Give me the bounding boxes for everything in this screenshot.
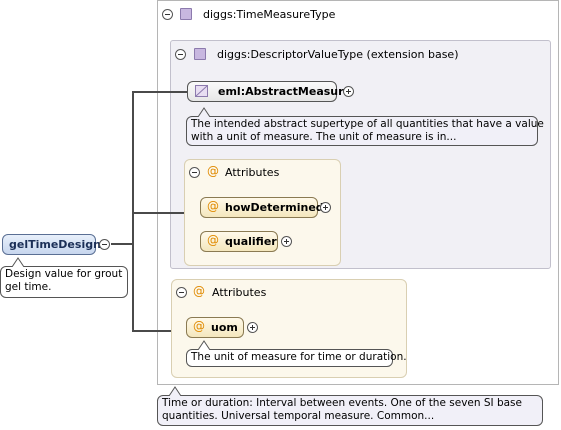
gel-time-design-doc: Design value for grout gel time. bbox=[0, 266, 128, 298]
complex-type-icon bbox=[180, 8, 192, 20]
attribute-at-icon: @ bbox=[193, 319, 205, 333]
expand-howdetermined-icon[interactable] bbox=[320, 202, 331, 213]
doc-pointer bbox=[11, 257, 25, 267]
abstract-measure-doc: The intended abstract supertype of all q… bbox=[186, 116, 544, 146]
expand-abstract-measure-icon[interactable] bbox=[343, 86, 354, 97]
connector-attributes-1 bbox=[133, 212, 184, 214]
at-sign-icon: @ bbox=[193, 284, 205, 298]
qualifier-label: qualifier bbox=[225, 235, 277, 248]
gel-time-design-label: gelTimeDesign bbox=[9, 238, 101, 251]
gel-time-design-doc-line-2: gel time. bbox=[5, 281, 52, 293]
abstract-diagonal-icon bbox=[195, 85, 208, 97]
type-doc-line-1: Time or duration: Interval between event… bbox=[162, 397, 522, 409]
attribute-at-icon: @ bbox=[207, 233, 219, 247]
attributes-2-label: Attributes bbox=[212, 286, 267, 299]
attribute-at-icon: @ bbox=[207, 199, 219, 213]
doc-pointer bbox=[168, 386, 182, 396]
doc-pointer bbox=[197, 340, 211, 350]
connector-abstract bbox=[132, 91, 187, 93]
extension-title: diggs:DescriptorValueType (extension bas… bbox=[217, 48, 459, 61]
gel-time-design-element[interactable]: gelTimeDesign bbox=[2, 234, 101, 255]
type-title: diggs:TimeMeasureType bbox=[203, 8, 336, 21]
abstract-measure-label: eml:AbstractMeasure bbox=[218, 85, 352, 98]
howdetermined-label: howDetermined bbox=[225, 201, 324, 214]
abstract-measure-doc-line-2: with a unit of measure. The unit of meas… bbox=[191, 131, 457, 143]
type-doc-line-2: quantities. Universal temporal measure. … bbox=[162, 410, 435, 422]
collapse-type-icon[interactable] bbox=[162, 9, 173, 20]
collapse-root-icon[interactable] bbox=[99, 239, 110, 250]
connector-root bbox=[111, 243, 133, 245]
connector-attributes-2 bbox=[132, 330, 171, 332]
uom-label: uom bbox=[211, 321, 238, 334]
doc-pointer bbox=[197, 107, 211, 117]
abstract-measure-element[interactable]: eml:AbstractMeasure bbox=[187, 81, 351, 102]
extension-type-icon bbox=[194, 48, 206, 60]
expand-uom-icon[interactable] bbox=[247, 322, 258, 333]
type-doc: Time or duration: Interval between event… bbox=[157, 395, 543, 426]
at-sign-icon: @ bbox=[207, 164, 219, 178]
collapse-attributes-2-icon[interactable] bbox=[176, 287, 187, 298]
collapse-attributes-1-icon[interactable] bbox=[189, 167, 200, 178]
gel-time-design-doc-line-1: Design value for grout bbox=[5, 268, 123, 280]
uom-doc: The unit of measure for time or duration… bbox=[186, 349, 407, 367]
collapse-extension-icon[interactable] bbox=[175, 49, 186, 60]
expand-qualifier-icon[interactable] bbox=[281, 236, 292, 247]
uom-doc-text: The unit of measure for time or duration… bbox=[191, 351, 407, 363]
abstract-measure-doc-line-1: The intended abstract supertype of all q… bbox=[191, 118, 544, 130]
attributes-1-label: Attributes bbox=[225, 166, 280, 179]
